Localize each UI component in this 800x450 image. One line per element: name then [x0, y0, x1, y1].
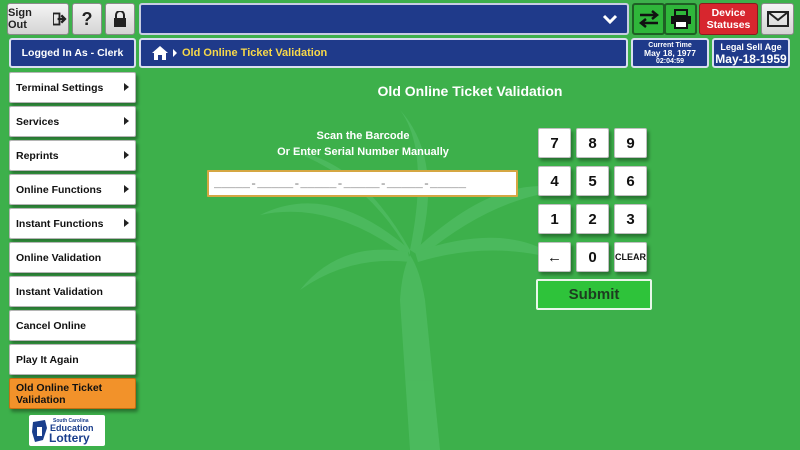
- help-button[interactable]: ?: [72, 3, 102, 35]
- keypad-2[interactable]: 2: [576, 204, 609, 234]
- swap-arrows-icon: [638, 10, 659, 28]
- serial-number-input[interactable]: [207, 170, 518, 197]
- sign-out-button[interactable]: Sign Out: [7, 3, 69, 35]
- print-button[interactable]: [664, 3, 697, 35]
- chevron-right-icon: [124, 219, 129, 227]
- top-dropdown-bar[interactable]: [139, 3, 629, 35]
- chevron-right-icon: [124, 185, 129, 193]
- sidebar-item-label: Instant Functions: [16, 217, 104, 230]
- keypad-7[interactable]: 7: [538, 128, 571, 158]
- keypad-0[interactable]: 0: [576, 242, 609, 272]
- sidebar-item-online-validation[interactable]: Online Validation: [9, 242, 136, 273]
- chevron-right-icon: [124, 117, 129, 125]
- lock-icon: [114, 11, 126, 27]
- chevron-right-icon: [124, 151, 129, 159]
- sidebar-item-online-functions[interactable]: Online Functions: [9, 174, 136, 205]
- printer-icon: [670, 9, 691, 29]
- sidebar-item-label: Cancel Online: [16, 319, 87, 332]
- messages-button[interactable]: [761, 3, 794, 35]
- sc-education-lottery-logo: South Carolina Education Lottery: [29, 415, 105, 446]
- current-time-box: Current Time May 18, 1977 02:04:59: [631, 38, 709, 68]
- keypad-backspace[interactable]: ←: [538, 242, 571, 272]
- keypad-clear[interactable]: CLEAR: [614, 242, 647, 272]
- state-outline-icon: [32, 420, 47, 442]
- swap-button[interactable]: [632, 3, 665, 35]
- page-title: Old Online Ticket Validation: [377, 83, 563, 99]
- keypad-9[interactable]: 9: [614, 128, 647, 158]
- sidebar-item-label: Old Online Ticket Validation: [16, 381, 103, 406]
- device-statuses-line1: Device: [711, 7, 746, 19]
- keypad-3[interactable]: 3: [614, 204, 647, 234]
- legal-sell-age-value: May-18-1959: [715, 52, 787, 66]
- sidebar-item-label: Terminal Settings: [16, 81, 104, 94]
- current-time-clock: 02:04:59: [655, 58, 685, 65]
- help-label: ?: [81, 8, 93, 29]
- keypad-4[interactable]: 4: [538, 166, 571, 196]
- sidebar-item-label: Instant Validation: [16, 285, 103, 298]
- envelope-icon: [766, 11, 789, 27]
- submit-label: Submit: [568, 286, 620, 303]
- sidebar-item-services[interactable]: Services: [9, 106, 136, 137]
- submit-button[interactable]: Submit: [536, 279, 652, 310]
- exit-icon: [53, 12, 67, 26]
- device-statuses-line2: Statuses: [706, 19, 751, 31]
- scan-instruction-line2: Or Enter Serial Number Manually: [277, 146, 449, 158]
- breadcrumb: Old Online Ticket Validation: [139, 38, 628, 68]
- keypad-8[interactable]: 8: [576, 128, 609, 158]
- lock-button[interactable]: [105, 3, 135, 35]
- sidebar-item-instant-functions[interactable]: Instant Functions: [9, 208, 136, 239]
- logged-in-label: Logged In As - Clerk: [21, 47, 124, 59]
- breadcrumb-chevron-icon: [173, 49, 177, 57]
- sidebar-item-cancel-online[interactable]: Cancel Online: [9, 310, 136, 341]
- sidebar-item-reprints[interactable]: Reprints: [9, 140, 136, 171]
- legal-sell-age-label: Legal Sell Age: [720, 42, 782, 52]
- chevron-down-icon: [602, 14, 618, 25]
- logged-in-status: Logged In As - Clerk: [9, 38, 136, 68]
- keypad-6[interactable]: 6: [614, 166, 647, 196]
- sidebar-item-play-it-again[interactable]: Play It Again: [9, 344, 136, 375]
- sign-out-label: Sign Out: [8, 7, 32, 31]
- sidebar-item-label: Online Validation: [16, 251, 102, 264]
- sidebar-item-label: Reprints: [16, 149, 59, 162]
- breadcrumb-current: Old Online Ticket Validation: [182, 47, 328, 59]
- keypad-5[interactable]: 5: [576, 166, 609, 196]
- sidebar-item-label: Play It Again: [16, 353, 79, 366]
- sidebar-item-label: Services: [16, 115, 60, 128]
- chevron-right-icon: [124, 83, 129, 91]
- sidebar-item-terminal-settings[interactable]: Terminal Settings: [9, 72, 136, 103]
- sidebar-item-instant-validation[interactable]: Instant Validation: [9, 276, 136, 307]
- home-icon[interactable]: [151, 45, 169, 61]
- device-statuses-button[interactable]: Device Statuses: [699, 3, 758, 35]
- sidebar-item-label: Online Functions: [16, 183, 102, 196]
- scan-instruction-line1: Scan the Barcode: [316, 130, 410, 142]
- logo-line3: Lottery: [49, 431, 90, 445]
- keypad-1[interactable]: 1: [538, 204, 571, 234]
- legal-sell-age-box: Legal Sell Age May-18-1959: [712, 38, 790, 68]
- current-time-date: May 18, 1977: [644, 48, 696, 58]
- sidebar-item-old-online-ticket-validation[interactable]: Old Online Ticket Validation: [9, 378, 136, 409]
